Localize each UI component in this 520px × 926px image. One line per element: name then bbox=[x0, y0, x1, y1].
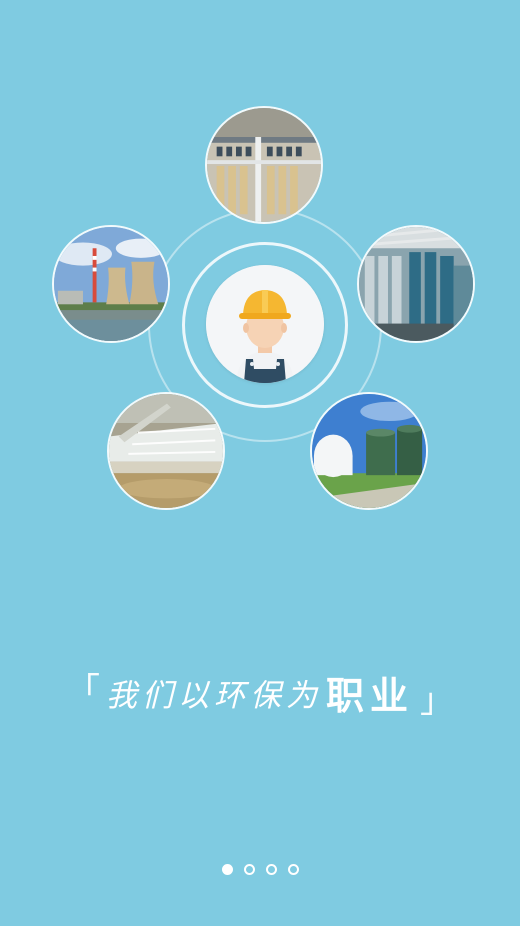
slogan-main-text: 我们以环保为 bbox=[105, 677, 322, 714]
water-treatment-pipes-photo bbox=[357, 225, 475, 343]
cooling-towers-power-plant-photo bbox=[52, 225, 170, 343]
page-dot-1[interactable] bbox=[221, 864, 233, 875]
page-dot-3[interactable] bbox=[265, 864, 277, 875]
slogan: 「 我们以环保为 职业 」 bbox=[0, 662, 520, 722]
sewage-clarifier-tank-photo bbox=[107, 392, 225, 510]
onboarding-screen[interactable]: 「 我们以环保为 职业 」 bbox=[0, 0, 520, 926]
page-dot-2[interactable] bbox=[243, 864, 255, 875]
page-dot-4[interactable] bbox=[287, 864, 299, 875]
construction-worker-icon bbox=[206, 265, 324, 383]
slogan-emphasis-text: 职业 bbox=[325, 673, 414, 718]
slogan-open-bracket: 「 bbox=[65, 670, 100, 711]
slogan-close-bracket: 」 bbox=[420, 680, 454, 721]
membrane-filtration-plant-photo bbox=[205, 106, 323, 224]
page-indicator bbox=[0, 864, 520, 878]
biogas-storage-tanks-photo bbox=[310, 392, 428, 510]
